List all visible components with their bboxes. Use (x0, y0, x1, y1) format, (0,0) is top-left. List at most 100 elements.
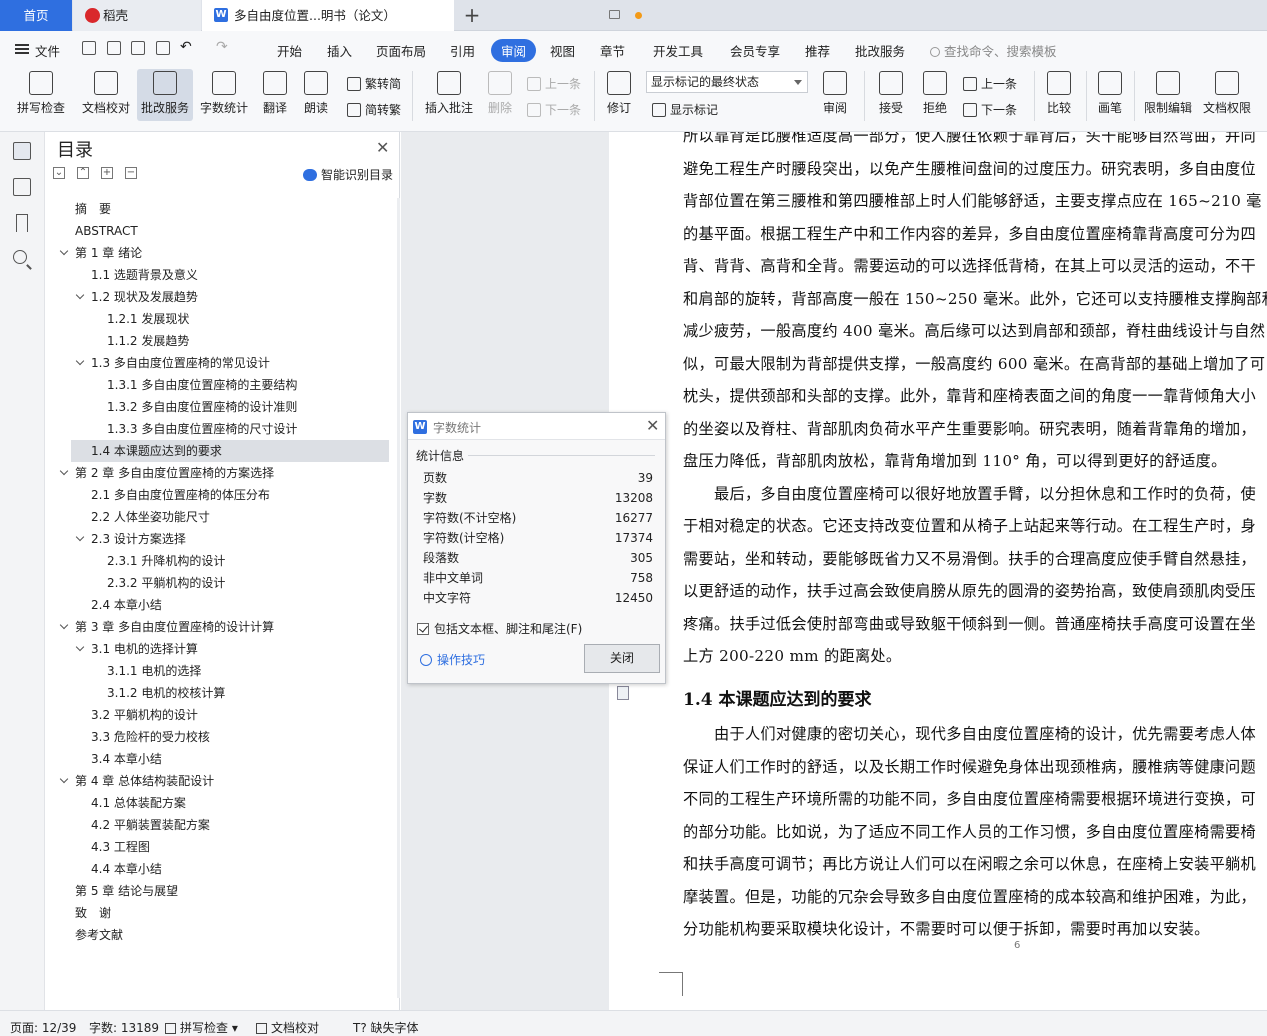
expand-up-icon[interactable]: ⌃ (77, 167, 89, 179)
doc-outline-icon[interactable] (617, 686, 629, 700)
close-button[interactable]: 关闭 (584, 644, 660, 673)
toc-item[interactable]: 2.4 本章小结 (71, 594, 389, 616)
reject-button[interactable]: 拒绝 (916, 69, 954, 121)
restrict-edit-button[interactable]: 限制编辑 (1140, 69, 1196, 121)
tab-daoke[interactable]: 稻壳 (73, 0, 201, 31)
toc-item[interactable]: 第 4 章 总体结构装配设计 (59, 770, 389, 792)
menu-dev-tools[interactable]: 开发工具 (653, 41, 703, 60)
menu-file[interactable]: 文件 (35, 41, 60, 60)
search-icon[interactable] (13, 250, 27, 264)
toc-item[interactable]: ABSTRACT (71, 220, 389, 242)
toc-icon[interactable] (13, 142, 31, 160)
menu-insert[interactable]: 插入 (327, 41, 352, 60)
toc-item[interactable]: 致 谢 (71, 902, 389, 924)
toc-item[interactable]: 1.3.1 多自由度位置座椅的主要结构 (71, 374, 389, 396)
chevron-down-icon[interactable] (59, 774, 69, 784)
toc-item[interactable]: 摘 要 (71, 198, 389, 220)
read-aloud-button[interactable]: 朗读 (298, 69, 334, 121)
tips-link[interactable]: 操作技巧 (420, 651, 485, 668)
chevron-down-icon[interactable] (59, 620, 69, 630)
print-icon[interactable] (131, 41, 145, 55)
toc-item[interactable]: 3.1.2 电机的校核计算 (71, 682, 389, 704)
menu-section[interactable]: 章节 (600, 41, 625, 60)
toc-item[interactable]: 2.3 设计方案选择 (71, 528, 389, 550)
toc-item[interactable]: 3.1 电机的选择计算 (71, 638, 389, 660)
chevron-down-icon[interactable] (75, 290, 85, 300)
toc-item[interactable]: 1.2.1 发展现状 (71, 308, 389, 330)
toc-item[interactable]: 1.1 选题背景及意义 (71, 264, 389, 286)
chapter-nav-icon[interactable] (13, 178, 31, 196)
doc-permission-button[interactable]: 文档权限 (1199, 69, 1255, 121)
word-count-status[interactable]: 字数: 13189 (89, 1019, 159, 1036)
menu-recommend[interactable]: 推荐 (805, 41, 830, 60)
toc-item[interactable]: 2.3.1 升降机构的设计 (71, 550, 389, 572)
prev-comment-button[interactable]: 上一条 (527, 75, 581, 92)
search-command-input[interactable]: 查找命令、搜索模板 (930, 41, 1057, 60)
missing-font-status[interactable]: T? 缺失字体 (353, 1019, 419, 1036)
menu-correction[interactable]: 批改服务 (855, 41, 905, 60)
chevron-down-icon[interactable] (75, 532, 85, 542)
spell-check-button[interactable]: 拼写检查 (8, 69, 74, 121)
toc-item[interactable]: 第 2 章 多自由度位置座椅的方案选择 (59, 462, 389, 484)
chevron-down-icon[interactable] (75, 642, 85, 652)
add-heading-icon[interactable]: + (101, 167, 113, 179)
compare-button[interactable]: 比较 (1040, 69, 1078, 121)
pen-button[interactable]: 画笔 (1092, 69, 1128, 121)
toc-item[interactable]: 3.1.1 电机的选择 (71, 660, 389, 682)
translate-button[interactable]: 翻译 (255, 69, 295, 121)
page-indicator[interactable]: 页面: 12/39 (10, 1019, 76, 1036)
toc-item[interactable]: 4.1 总体装配方案 (71, 792, 389, 814)
toc-item[interactable]: 4.4 本章小结 (71, 858, 389, 880)
toc-item[interactable]: 2.3.2 平躺机构的设计 (71, 572, 389, 594)
undo-icon[interactable]: ↶ (180, 39, 192, 55)
print-preview-icon[interactable] (156, 41, 170, 55)
collapse-all-icon[interactable]: ⌄ (53, 167, 65, 179)
toc-item[interactable]: 1.2 现状及发展趋势 (71, 286, 389, 308)
toc-item[interactable]: 3.3 危险杆的受力校核 (71, 726, 389, 748)
spell-check-status[interactable]: 拼写检查 ▾ (165, 1019, 238, 1036)
toc-item[interactable]: 2.1 多自由度位置座椅的体压分布 (71, 484, 389, 506)
remove-heading-icon[interactable]: − (125, 167, 137, 179)
proof-status[interactable]: 文档校对 (256, 1019, 319, 1036)
toc-item[interactable]: 1.3.3 多自由度位置座椅的尺寸设计 (71, 418, 389, 440)
redo-icon[interactable]: ↷ (216, 39, 228, 55)
delete-comment-button[interactable]: 删除 (481, 69, 519, 121)
document-page[interactable]: 所以靠背是比腰椎适度高一部分，使人腰往依赖于靠背后，头干能够自然弯曲，并同 避免工… (609, 132, 1267, 1010)
menu-page-layout[interactable]: 页面布局 (376, 41, 426, 60)
correction-service-button[interactable]: 批改服务 (137, 69, 193, 121)
trad-to-simp-button[interactable]: 繁转简 (347, 75, 401, 92)
doc-proof-button[interactable]: 文档校对 (78, 69, 134, 121)
toc-item[interactable]: 4.2 平躺装置装配方案 (71, 814, 389, 836)
chevron-down-icon[interactable] (59, 246, 69, 256)
toc-item[interactable]: 4.3 工程图 (71, 836, 389, 858)
save-icon[interactable] (82, 41, 96, 55)
chevron-down-icon[interactable] (59, 466, 69, 476)
smart-toc-button[interactable]: 智能识别目录 (303, 166, 393, 183)
next-change-button[interactable]: 下一条 (963, 101, 1017, 118)
word-count-button[interactable]: 字数统计 (197, 69, 251, 121)
review-pane-button[interactable]: 审阅 (816, 69, 854, 121)
new-tab-button[interactable]: + (463, 0, 481, 31)
next-comment-button[interactable]: 下一条 (527, 101, 581, 118)
menu-review[interactable]: 审阅 (491, 39, 537, 62)
tab-document[interactable]: W 多自由度位置...明书（论文） (202, 0, 642, 31)
menu-start[interactable]: 开始 (277, 41, 302, 60)
bookmark-icon[interactable] (16, 214, 28, 232)
toc-scrollbar[interactable] (397, 198, 400, 998)
toc-item[interactable]: 3.4 本章小结 (71, 748, 389, 770)
show-markup-button[interactable]: 显示标记 (652, 101, 718, 118)
close-icon[interactable]: ✕ (376, 138, 389, 157)
tab-home[interactable]: 首页 (0, 0, 72, 31)
toc-item[interactable]: 第 3 章 多自由度位置座椅的设计计算 (59, 616, 389, 638)
toc-item[interactable]: 3.2 平躺机构的设计 (71, 704, 389, 726)
track-changes-button[interactable]: 修订 (600, 69, 638, 121)
menu-view[interactable]: 视图 (550, 41, 575, 60)
toc-item[interactable]: 1.3 多自由度位置座椅的常见设计 (71, 352, 389, 374)
toc-item[interactable]: 1.4 本课题应达到的要求 (71, 440, 389, 462)
dialog-titlebar[interactable]: W 字数统计 ✕ (408, 413, 665, 440)
toc-item[interactable]: 2.2 人体坐姿功能尺寸 (71, 506, 389, 528)
insert-comment-button[interactable]: 插入批注 (422, 69, 476, 121)
toc-item[interactable]: 1.1.2 发展趋势 (71, 330, 389, 352)
toc-item[interactable]: 第 5 章 结论与展望 (71, 880, 389, 902)
toc-item[interactable]: 1.3.2 多自由度位置座椅的设计准则 (71, 396, 389, 418)
